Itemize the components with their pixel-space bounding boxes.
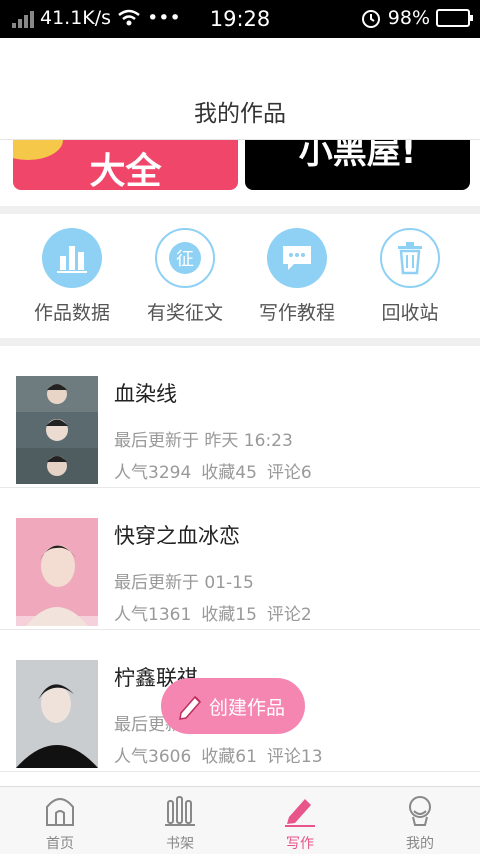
pen-icon xyxy=(285,799,315,827)
work-stats: 人气3606 收藏61 评论13 xyxy=(114,742,323,767)
banner-right-text: 小黑屋! xyxy=(298,140,417,172)
shortcut-label: 写作教程 xyxy=(258,302,335,324)
contest-icon: 征 xyxy=(155,228,215,288)
tab-label: 书架 xyxy=(166,836,194,852)
cover-image xyxy=(16,518,98,626)
shortcut-recycle-bin[interactable]: 回收站 xyxy=(350,228,470,325)
chat-bubble-icon xyxy=(267,228,327,288)
popularity-count: 人气3294 xyxy=(114,463,192,483)
banner-right[interactable]: 小黑屋! xyxy=(245,140,470,190)
work-title: 血染线 xyxy=(114,382,177,406)
tab-label: 首页 xyxy=(46,836,74,852)
shortcut-label: 有奖征文 xyxy=(146,302,223,324)
shortcut-tutorial[interactable]: 写作教程 xyxy=(237,228,357,325)
create-work-button[interactable]: 创建作品 xyxy=(161,678,305,734)
shortcut-contest[interactable]: 征 有奖征文 xyxy=(125,228,245,325)
popularity-count: 人气1361 xyxy=(114,605,192,625)
battery-percent: 98% xyxy=(387,7,430,29)
cover-image xyxy=(16,376,98,484)
tab-home[interactable]: 首页 xyxy=(0,787,120,854)
shortcut-label: 回收站 xyxy=(381,302,439,324)
shortcut-row: 作品数据 征 有奖征文 写作教程 回收站 xyxy=(0,214,480,338)
comments-count: 评论6 xyxy=(266,463,312,483)
shortcut-work-data[interactable]: 作品数据 xyxy=(12,228,132,325)
alarm-icon xyxy=(361,10,380,28)
banner-left[interactable]: 大全 xyxy=(13,140,238,190)
comments-count: 评论13 xyxy=(266,747,323,767)
battery-icon xyxy=(436,9,473,27)
bottom-tab-bar: 首页 书架 写作 我的 xyxy=(0,786,480,854)
section-divider xyxy=(0,206,480,214)
page-header: 我的作品 xyxy=(0,38,480,140)
shortcut-label: 作品数据 xyxy=(33,302,110,324)
tab-label: 写作 xyxy=(286,836,314,852)
tab-label: 我的 xyxy=(406,836,434,852)
status-bar: 41.1K/s ••• 19:28 98% xyxy=(0,0,480,38)
trash-icon xyxy=(380,228,440,288)
svg-text:征: 征 xyxy=(176,249,194,270)
list-item[interactable]: 血染线 最后更新于 昨天 16:23 人气3294 收藏45 评论6 xyxy=(0,346,480,488)
popularity-count: 人气3606 xyxy=(114,747,192,767)
work-stats: 人气3294 收藏45 评论6 xyxy=(114,458,312,483)
bookshelf-icon xyxy=(165,796,195,826)
favorites-count: 收藏15 xyxy=(201,605,257,625)
banner-carousel[interactable]: 大全 小黑屋! xyxy=(0,140,480,206)
work-stats: 人气1361 收藏15 评论2 xyxy=(114,600,312,625)
tab-write[interactable]: 写作 xyxy=(240,787,360,854)
section-divider xyxy=(0,338,480,346)
favorites-count: 收藏45 xyxy=(201,463,257,483)
home-icon xyxy=(46,798,74,826)
status-right: 98% xyxy=(360,7,473,29)
favorites-count: 收藏61 xyxy=(201,747,257,767)
banner-left-text: 大全 xyxy=(89,151,162,190)
bar-chart-icon xyxy=(42,228,102,288)
page-title: 我的作品 xyxy=(194,101,286,127)
tab-bookshelf[interactable]: 书架 xyxy=(120,787,240,854)
pencil-icon xyxy=(179,695,202,720)
list-item[interactable]: 快穿之血冰恋 最后更新于 01-15 人气1361 收藏15 评论2 xyxy=(0,488,480,630)
work-title: 快穿之血冰恋 xyxy=(114,524,240,548)
work-updated: 最后更新于 01-15 xyxy=(114,573,254,593)
comments-count: 评论2 xyxy=(266,605,312,625)
create-work-label: 创建作品 xyxy=(209,696,286,719)
tab-mine[interactable]: 我的 xyxy=(360,787,480,854)
cover-image xyxy=(16,660,98,768)
profile-icon xyxy=(409,796,431,826)
work-updated: 最后更新于 昨天 16:23 xyxy=(114,431,293,451)
